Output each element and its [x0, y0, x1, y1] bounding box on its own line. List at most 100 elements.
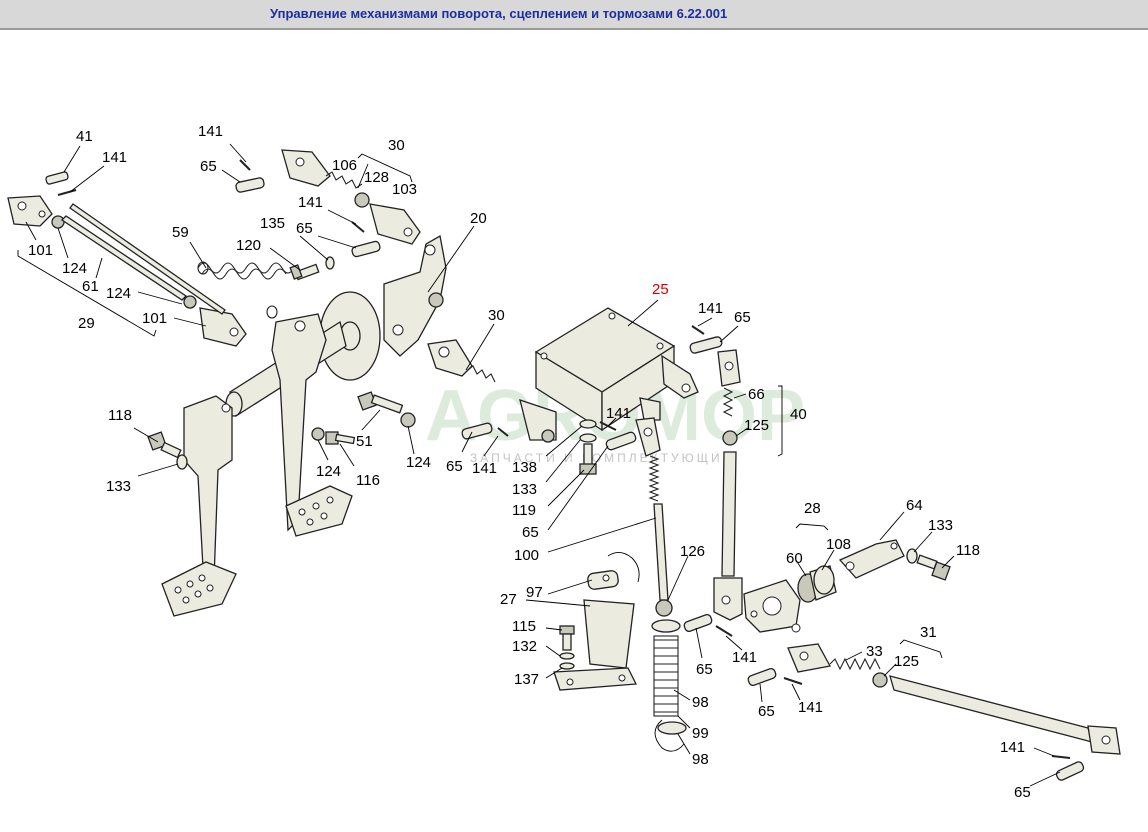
callout-60[interactable]: 60	[786, 550, 803, 567]
part-rod-upper	[69, 203, 226, 315]
callout-103[interactable]: 103	[392, 181, 417, 198]
callout-132[interactable]: 132	[512, 638, 537, 655]
callout-128[interactable]: 128	[364, 169, 389, 186]
part-fork-103	[369, 203, 421, 245]
part-spring-59	[197, 261, 295, 319]
callout-100[interactable]: 100	[514, 547, 539, 564]
callout-141[interactable]: 141	[102, 149, 127, 166]
callout-65[interactable]: 65	[696, 661, 713, 678]
callout-98[interactable]: 98	[692, 694, 709, 711]
callout-30[interactable]: 30	[488, 307, 505, 324]
callout-141[interactable]: 141	[298, 194, 323, 211]
callout-65[interactable]: 65	[734, 309, 751, 326]
callout-65[interactable]: 65	[1014, 784, 1031, 801]
callout-65[interactable]: 65	[522, 524, 539, 541]
part-fork-101a	[7, 195, 53, 227]
callout-99[interactable]: 99	[692, 725, 709, 742]
part-cotter-141e	[691, 325, 705, 335]
part-pin-65g	[747, 667, 777, 687]
part-pin-65a	[235, 177, 265, 193]
callout-65[interactable]: 65	[758, 703, 775, 720]
callout-61[interactable]: 61	[82, 278, 99, 295]
part-nut-124a	[51, 215, 65, 229]
callout-25[interactable]: 25	[652, 281, 669, 298]
callout-118[interactable]: 118	[956, 542, 980, 559]
callout-66[interactable]: 66	[748, 386, 765, 403]
part-bearing-housing	[743, 579, 801, 633]
callout-65[interactable]: 65	[200, 158, 217, 175]
part-pin-65b	[351, 240, 381, 258]
callout-59[interactable]: 59	[172, 224, 189, 241]
part-washer-133b	[579, 433, 597, 443]
part-pin-65f	[683, 613, 713, 633]
callout-120[interactable]: 120	[236, 237, 261, 254]
callout-20[interactable]: 20	[470, 210, 487, 227]
part-rod-40	[713, 451, 743, 621]
callout-124[interactable]: 124	[406, 454, 431, 471]
callout-119[interactable]: 119	[512, 502, 536, 519]
part-pin-65h	[1055, 761, 1085, 781]
part-bolt-116	[325, 431, 356, 445]
part-washer-133c	[906, 548, 918, 564]
brace-group-28	[795, 523, 829, 531]
callout-108[interactable]: 108	[826, 536, 851, 553]
callout-65[interactable]: 65	[446, 458, 463, 475]
part-washer-132	[559, 652, 575, 660]
part-cotter-141g	[715, 625, 733, 637]
callout-28[interactable]: 28	[804, 500, 821, 517]
callout-141[interactable]: 141	[1000, 739, 1025, 756]
part-bolt-118b	[916, 554, 951, 581]
title-bar: Управление механизмами поворота, сцеплен…	[0, 0, 1148, 30]
callout-141[interactable]: 141	[698, 300, 723, 317]
callout-115[interactable]: 115	[512, 618, 536, 635]
callout-30[interactable]: 30	[388, 137, 405, 154]
callout-97[interactable]: 97	[526, 584, 543, 601]
watermark-tagline: ЗАПЧАСТИ И КОМПЛЕКТУЮЩИЕ	[470, 451, 734, 465]
callout-31[interactable]: 31	[920, 624, 937, 641]
part-bolt-118a	[147, 431, 182, 459]
part-cotter-141h	[783, 677, 803, 685]
parts	[7, 149, 1121, 781]
callout-141[interactable]: 141	[798, 699, 823, 716]
callout-101[interactable]: 101	[28, 242, 53, 259]
callout-141[interactable]: 141	[198, 123, 223, 140]
callout-27[interactable]: 27	[500, 591, 517, 608]
callout-33[interactable]: 33	[866, 643, 883, 660]
callout-126[interactable]: 126	[680, 543, 705, 560]
callout-133[interactable]: 133	[928, 517, 953, 534]
part-nut-124d	[311, 427, 325, 441]
callout-98[interactable]: 98	[692, 751, 709, 768]
callout-137[interactable]: 137	[514, 671, 539, 688]
part-washer-98b	[657, 721, 687, 735]
part-spring-99	[653, 635, 679, 717]
callout-106[interactable]: 106	[332, 157, 357, 174]
callout-124[interactable]: 124	[62, 260, 87, 277]
window-title: Управление механизмами поворота, сцеплен…	[270, 6, 728, 21]
callout-101[interactable]: 101	[142, 310, 167, 327]
part-cotter-141i	[1051, 755, 1071, 759]
callout-141[interactable]: 141	[606, 405, 631, 422]
callout-51[interactable]: 51	[356, 433, 373, 450]
callout-141[interactable]: 141	[472, 460, 497, 477]
callout-133[interactable]: 133	[512, 481, 537, 498]
callout-125[interactable]: 125	[744, 417, 769, 434]
callout-29[interactable]: 29	[78, 315, 95, 332]
callout-118[interactable]: 118	[108, 407, 132, 424]
part-pin-41	[45, 171, 69, 185]
callout-41[interactable]: 41	[76, 128, 93, 145]
callout-65[interactable]: 65	[296, 220, 313, 237]
part-bolt-51	[357, 391, 404, 414]
callout-135[interactable]: 135	[260, 215, 285, 232]
callout-138[interactable]: 138	[512, 459, 537, 476]
callout-116[interactable]: 116	[356, 472, 380, 489]
callout-64[interactable]: 64	[906, 497, 923, 514]
callout-141[interactable]: 141	[732, 649, 757, 666]
callout-133[interactable]: 133	[106, 478, 131, 495]
part-washer-133a	[176, 454, 188, 470]
part-cotter-141c	[351, 221, 365, 233]
callout-40[interactable]: 40	[790, 406, 807, 423]
part-nut-128	[354, 192, 370, 208]
callout-124[interactable]: 124	[316, 463, 341, 480]
callout-125[interactable]: 125	[894, 653, 919, 670]
callout-124[interactable]: 124	[106, 285, 131, 302]
